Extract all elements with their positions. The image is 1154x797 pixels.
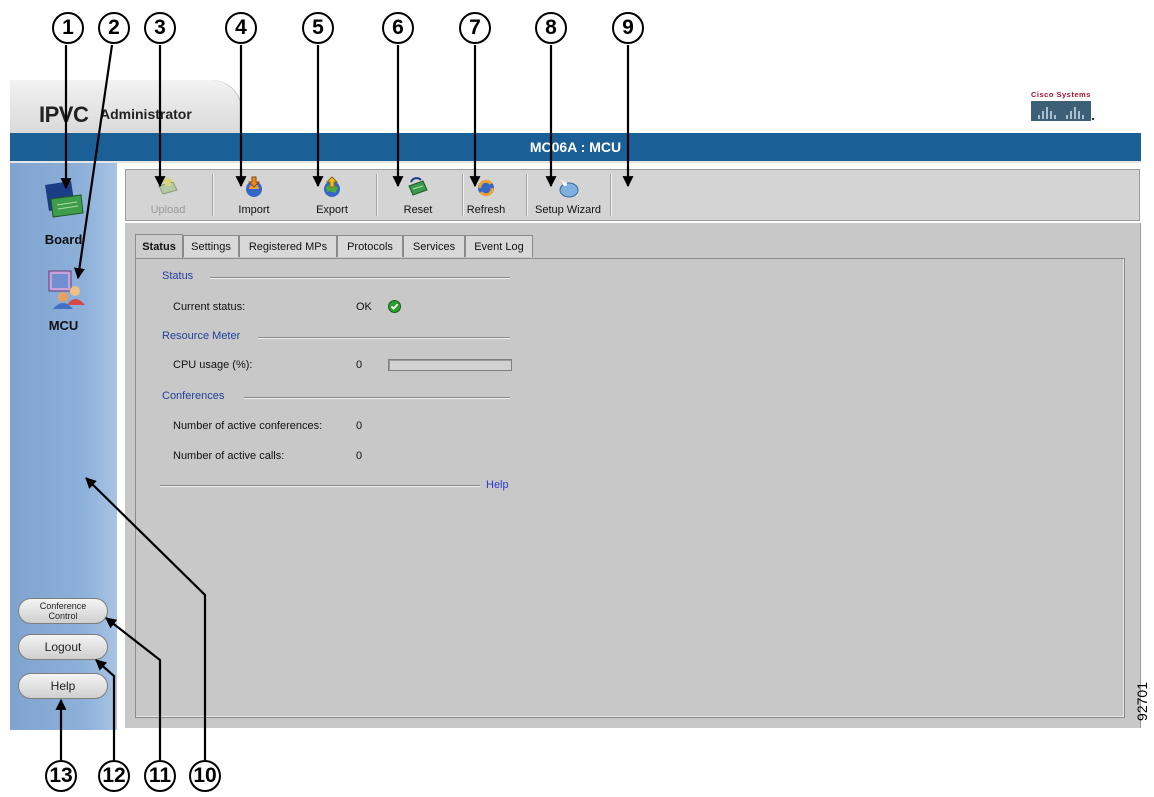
callout-4: 4	[225, 12, 257, 44]
refresh-icon	[478, 179, 494, 197]
conference-control-label-1: Conference	[39, 601, 87, 611]
tab-services-label: Services	[412, 240, 456, 253]
app-title: IPVC	[39, 102, 89, 127]
upload-button[interactable]: Upload	[130, 170, 206, 220]
import-button[interactable]: Import	[216, 170, 292, 220]
upload-label: Upload	[150, 204, 186, 216]
help-button[interactable]: Help	[18, 673, 108, 699]
tab-registered-mps-label: Registered MPs	[248, 240, 328, 253]
cisco-logo: Cisco Systems	[1031, 90, 1101, 126]
toolbar-separator	[376, 174, 377, 216]
callout-8: 8	[535, 12, 567, 44]
active-calls-value: 0	[356, 450, 363, 462]
conferences-section-title: Conferences	[162, 390, 225, 402]
help-divider	[160, 485, 480, 486]
toolbar-separator	[212, 174, 213, 216]
callout-5: 5	[302, 12, 334, 44]
callout-11: 11	[144, 760, 176, 792]
resource-meter-section-title: Resource Meter	[162, 330, 241, 342]
logout-button[interactable]: Logout	[18, 634, 108, 660]
callout-9: 9	[612, 12, 644, 44]
reset-icon	[408, 177, 428, 196]
mcu-icon	[48, 270, 85, 309]
reset-label: Reset	[403, 204, 433, 216]
callout-1: 1	[52, 12, 84, 44]
sidebar-item-mcu[interactable]: MCU	[10, 267, 117, 333]
help-label: Help	[50, 679, 76, 693]
cpu-usage-value: 0	[356, 359, 363, 371]
reset-button[interactable]: Reset	[380, 170, 456, 220]
export-label: Export	[316, 204, 348, 216]
app-window: IPVC Administrator Cisco Systems MC06A :…	[10, 80, 1141, 730]
tab-protocols[interactable]: Protocols	[337, 235, 403, 257]
conference-control-button[interactable]: Conference Control	[18, 598, 108, 624]
tab-status-label: Status	[142, 240, 176, 253]
import-label: Import	[238, 204, 270, 216]
setup-wizard-label: Setup Wizard	[534, 204, 602, 216]
refresh-button[interactable]: Refresh	[448, 170, 524, 220]
callout-6: 6	[382, 12, 414, 44]
export-button[interactable]: Export	[294, 170, 370, 220]
active-conferences-label: Number of active conferences:	[173, 420, 323, 432]
tab-event-log[interactable]: Event Log	[465, 235, 533, 257]
section-divider	[244, 397, 510, 398]
callout-13: 13	[45, 760, 77, 792]
help-link[interactable]: Help	[486, 479, 509, 491]
tab-settings[interactable]: Settings	[183, 235, 239, 257]
upload-icon	[158, 177, 178, 195]
content-area: Status Settings Registered MPs Protocols…	[125, 223, 1141, 728]
toolbar-separator	[610, 174, 611, 216]
status-section-title: Status	[162, 270, 194, 282]
status-panel: Status Current status: OK Resource Meter…	[135, 258, 1125, 718]
current-status-label: Current status:	[173, 301, 246, 313]
callout-3: 3	[144, 12, 176, 44]
active-conferences-value: 0	[356, 420, 363, 432]
toolbar-separator	[526, 174, 527, 216]
tab-settings-label: Settings	[191, 240, 231, 253]
cpu-usage-label: CPU usage (%):	[173, 359, 253, 371]
tab-event-log-label: Event Log	[474, 240, 524, 253]
tab-status[interactable]: Status	[135, 234, 183, 258]
import-icon	[246, 176, 262, 197]
ok-check-icon	[388, 300, 401, 313]
callout-2: 2	[98, 12, 130, 44]
callout-10: 10	[189, 760, 221, 792]
section-divider	[258, 337, 510, 338]
cpu-usage-meter	[388, 359, 512, 371]
title-bar: MC06A : MCU	[10, 133, 1141, 163]
active-calls-label: Number of active calls:	[173, 450, 285, 462]
app-subtitle: Administrator	[100, 106, 192, 122]
section-divider	[210, 277, 510, 278]
board-icon	[44, 181, 84, 218]
logout-label: Logout	[44, 640, 82, 654]
sidebar: Board MCU Conference Control Logout Help	[10, 163, 117, 730]
current-status-value: OK	[356, 301, 372, 313]
conference-control-label-2: Control	[48, 611, 78, 621]
setup-wizard-icon	[559, 179, 579, 198]
callout-7: 7	[459, 12, 491, 44]
export-icon	[324, 176, 340, 197]
cisco-bridge-icon	[1031, 101, 1094, 121]
callout-12: 12	[98, 760, 130, 792]
sidebar-item-mcu-label: MCU	[48, 318, 79, 333]
toolbar: Upload Import Export Reset Refresh Setup…	[125, 169, 1140, 221]
panel-bevel	[136, 259, 1124, 717]
device-title: MC06A : MCU	[529, 139, 622, 155]
tab-registered-mps[interactable]: Registered MPs	[239, 235, 337, 257]
title-tab: IPVC Administrator	[10, 80, 242, 134]
cisco-logo-text: Cisco Systems	[1031, 90, 1091, 99]
sidebar-item-board[interactable]: Board	[10, 177, 117, 247]
header: IPVC Administrator Cisco Systems	[10, 80, 1141, 134]
tab-services[interactable]: Services	[403, 235, 465, 257]
setup-wizard-button[interactable]: Setup Wizard	[528, 170, 608, 220]
refresh-label: Refresh	[466, 204, 506, 216]
figure-id: 92701	[1134, 682, 1150, 721]
tab-protocols-label: Protocols	[347, 240, 393, 253]
sidebar-item-board-label: Board	[44, 232, 83, 247]
